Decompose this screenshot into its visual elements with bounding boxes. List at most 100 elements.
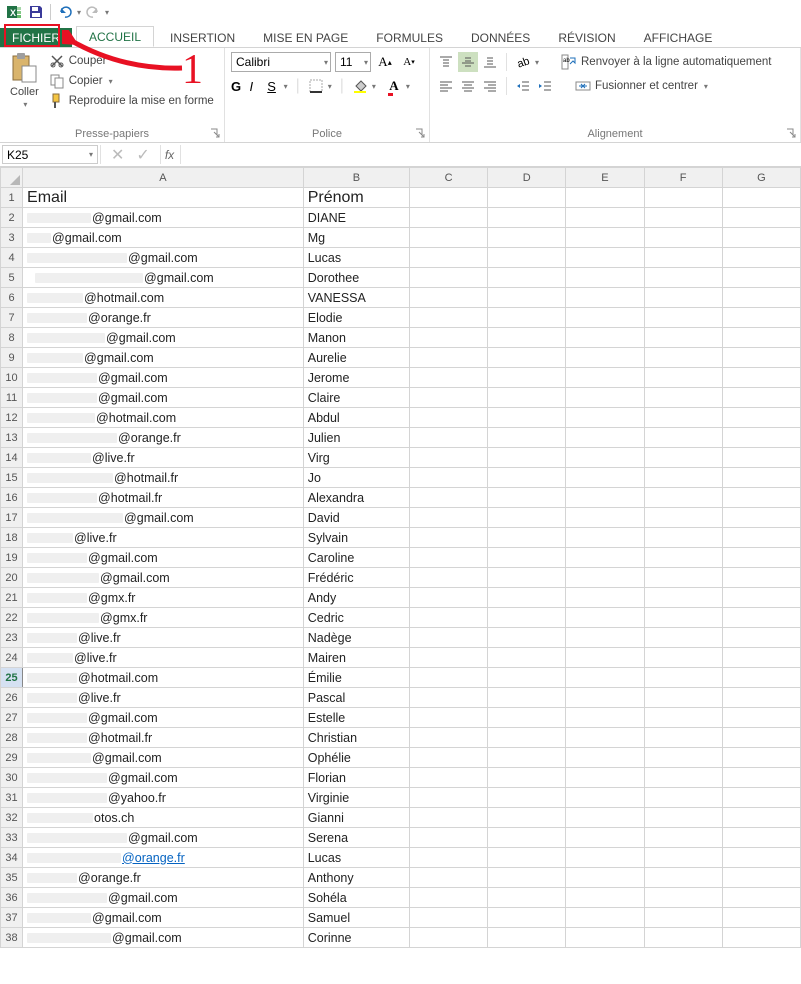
cell[interactable] [410,288,488,308]
cell[interactable] [644,208,722,228]
align-middle-button[interactable] [458,52,478,72]
cell-email[interactable]: @gmail.com [23,328,304,348]
cell-prenom[interactable]: Sylvain [303,528,409,548]
paste-button[interactable]: Coller ▾ [6,50,43,111]
cell[interactable] [410,908,488,928]
cell[interactable] [722,248,800,268]
cell[interactable] [488,788,566,808]
row-header[interactable]: 10 [1,368,23,388]
cell[interactable] [488,388,566,408]
cell[interactable] [644,908,722,928]
cell-prenom[interactable]: David [303,508,409,528]
customize-qat[interactable]: ▾ [105,8,109,17]
cell[interactable] [722,668,800,688]
cell[interactable] [644,188,722,208]
formula-input[interactable] [180,145,801,164]
cell[interactable] [722,528,800,548]
cell[interactable] [410,188,488,208]
cell[interactable] [722,348,800,368]
cell[interactable] [410,588,488,608]
row-header[interactable]: 23 [1,628,23,648]
cell[interactable] [566,668,644,688]
cell-email[interactable]: @yahoo.fr [23,788,304,808]
row-header[interactable]: 38 [1,928,23,948]
cell[interactable] [566,268,644,288]
align-center-button[interactable] [458,76,478,96]
cell[interactable] [566,328,644,348]
cell[interactable] [410,728,488,748]
cell-email[interactable]: @gmail.com [23,208,304,228]
cell-prenom[interactable]: Virginie [303,788,409,808]
cell-prenom[interactable]: Serena [303,828,409,848]
row-header[interactable]: 16 [1,488,23,508]
cell[interactable] [410,928,488,948]
decrease-font-button[interactable]: A▾ [399,52,419,72]
cell[interactable] [566,588,644,608]
cell-prenom[interactable]: Ophélie [303,748,409,768]
cell[interactable] [644,768,722,788]
cell[interactable] [488,268,566,288]
cell[interactable] [488,508,566,528]
cell-email[interactable]: @gmail.com [23,268,304,288]
cell-email[interactable]: @orange.fr [23,868,304,888]
cell-email[interactable]: @live.fr [23,448,304,468]
cell[interactable] [410,868,488,888]
cell[interactable] [488,728,566,748]
cell[interactable] [644,468,722,488]
cell[interactable] [722,908,800,928]
tab-file[interactable]: FICHIER [0,28,72,47]
row-header[interactable]: 25 [1,668,23,688]
col-header-c[interactable]: C [410,168,488,188]
cell[interactable] [566,428,644,448]
cell-email[interactable]: @gmail.com [23,508,304,528]
cell-email[interactable]: @hotmail.com [23,408,304,428]
row-header[interactable]: 11 [1,388,23,408]
cell[interactable] [644,548,722,568]
cell[interactable] [644,668,722,688]
cell[interactable] [566,488,644,508]
cell-email[interactable]: @gmail.com [23,748,304,768]
cell[interactable] [644,388,722,408]
fill-color-button[interactable] [350,76,370,96]
cell-prenom[interactable]: Aurelie [303,348,409,368]
cell[interactable] [488,768,566,788]
align-left-button[interactable] [436,76,456,96]
cell[interactable] [566,908,644,928]
row-header[interactable]: 7 [1,308,23,328]
cell-email[interactable]: @gmx.fr [23,588,304,608]
cell-prenom[interactable]: DIANE [303,208,409,228]
cell[interactable] [644,828,722,848]
cell[interactable] [566,448,644,468]
row-header[interactable]: 34 [1,848,23,868]
cell[interactable] [722,228,800,248]
cell[interactable] [644,448,722,468]
select-all-corner[interactable] [1,168,23,188]
cell-prenom[interactable]: Lucas [303,848,409,868]
cell-prenom[interactable]: Nadège [303,628,409,648]
cell[interactable] [644,788,722,808]
cell[interactable] [722,808,800,828]
undo-dropdown[interactable]: ▾ [77,8,81,17]
cell[interactable] [644,628,722,648]
cell-email[interactable]: @live.fr [23,688,304,708]
cell[interactable] [566,708,644,728]
align-bottom-button[interactable] [480,52,500,72]
cell[interactable] [566,348,644,368]
tab-review[interactable]: RÉVISION [546,28,627,47]
col-header-d[interactable]: D [488,168,566,188]
cell[interactable] [410,488,488,508]
cell[interactable] [644,568,722,588]
cell-prenom[interactable]: Cedric [303,608,409,628]
row-header[interactable]: 37 [1,908,23,928]
cell-email[interactable]: @gmail.com [23,928,304,948]
cell[interactable] [488,608,566,628]
cell-prenom[interactable]: Abdul [303,408,409,428]
underline-button[interactable]: S [262,76,282,96]
cell[interactable] [722,708,800,728]
row-header[interactable]: 3 [1,228,23,248]
cell[interactable] [566,468,644,488]
cell[interactable] [566,928,644,948]
cell-prenom[interactable]: Corinne [303,928,409,948]
font-name-selector[interactable]: Calibri▾ [231,52,331,72]
row-header[interactable]: 27 [1,708,23,728]
